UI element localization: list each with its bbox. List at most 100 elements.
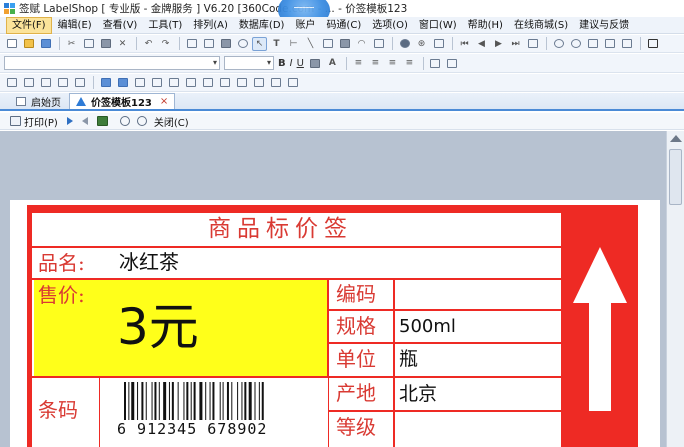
menu-file[interactable]: 文件(F) — [6, 16, 52, 34]
printer-icon — [10, 116, 21, 126]
justify-icon[interactable]: ≡ — [402, 56, 417, 70]
tab-price-template[interactable]: 价签模板123 × — [69, 93, 176, 109]
page-setup-icon[interactable] — [184, 37, 199, 51]
page-view-button[interactable] — [96, 116, 111, 126]
send-back-icon[interactable] — [115, 76, 130, 90]
rfid-icon[interactable]: ◠ — [354, 37, 369, 51]
image-tool-icon[interactable] — [337, 37, 352, 51]
print-icon[interactable] — [218, 37, 233, 51]
barcode-bar — [244, 382, 247, 420]
font-name-select[interactable] — [4, 56, 220, 70]
group-icon[interactable] — [428, 56, 443, 70]
text-tool-icon[interactable]: T — [269, 37, 284, 51]
open-folder-icon[interactable] — [21, 37, 36, 51]
tab-start-page[interactable]: 启始页 — [10, 93, 67, 109]
close-preview-button[interactable]: 关闭(C) — [154, 114, 189, 129]
italic-button[interactable]: I — [290, 58, 293, 69]
menu-tools[interactable]: 工具(T) — [143, 18, 187, 33]
next-page-icon[interactable] — [66, 117, 73, 125]
select-pointer-icon[interactable]: ↖ — [252, 36, 267, 51]
same-size-icon[interactable] — [72, 76, 87, 90]
align-right-obj-icon[interactable] — [166, 76, 181, 90]
cut-icon[interactable]: ✂ — [64, 37, 79, 51]
fit-width-icon[interactable] — [585, 37, 600, 51]
menu-edit[interactable]: 编辑(E) — [53, 18, 97, 33]
menu-window[interactable]: 窗口(W) — [414, 18, 462, 33]
align-middle-obj-icon[interactable] — [200, 76, 215, 90]
bold-button[interactable]: B — [278, 58, 286, 69]
actual-size-icon[interactable] — [619, 37, 634, 51]
close-tab-icon[interactable]: × — [160, 96, 168, 107]
align-top-obj-icon[interactable] — [183, 76, 198, 90]
properties-icon[interactable] — [285, 76, 300, 90]
prev-record-icon[interactable]: ◀ — [474, 37, 489, 51]
scroll-thumb[interactable] — [669, 149, 682, 205]
menu-code[interactable]: 码通(C) — [321, 18, 366, 33]
lock-icon[interactable] — [268, 76, 283, 90]
next-record-icon[interactable]: ▶ — [491, 37, 506, 51]
barcode-bar — [131, 382, 135, 420]
font-size-select[interactable] — [224, 56, 274, 70]
menu-help[interactable]: 帮助(H) — [463, 18, 508, 33]
ungroup-icon[interactable] — [445, 56, 460, 70]
redo-icon[interactable]: ↷ — [158, 37, 173, 51]
align-left-icon[interactable]: ≡ — [351, 56, 366, 70]
rotate-icon[interactable] — [234, 76, 249, 90]
rule — [329, 309, 563, 311]
same-width-icon[interactable] — [38, 76, 53, 90]
align-center-icon[interactable]: ≡ — [368, 56, 383, 70]
print-button[interactable]: 打印(P) — [10, 114, 58, 129]
align-left-obj-icon[interactable] — [132, 76, 147, 90]
barcode-label: 条码 — [38, 398, 78, 422]
align-objects-icon[interactable] — [4, 76, 19, 90]
zoom-in-icon[interactable] — [551, 37, 566, 51]
zoom-in-icon[interactable] — [119, 116, 130, 126]
first-record-icon[interactable]: ⏮ — [457, 37, 472, 51]
diagonal-line-icon[interactable]: ╲ — [303, 37, 318, 51]
scroll-up-icon[interactable] — [670, 135, 682, 142]
vertical-scrollbar[interactable] — [666, 131, 684, 447]
underline-button[interactable]: U — [297, 58, 304, 69]
help-icon[interactable] — [645, 37, 660, 51]
copy-icon[interactable] — [81, 37, 96, 51]
rectangle-tool-icon[interactable] — [320, 37, 335, 51]
distribute-icon[interactable] — [21, 76, 36, 90]
menu-database[interactable]: 数据库(D) — [234, 18, 290, 33]
menu-online-store[interactable]: 在线商城(S) — [509, 18, 573, 33]
fit-page-icon[interactable] — [602, 37, 617, 51]
record-icon[interactable] — [397, 37, 412, 51]
binoculars-icon[interactable]: ⊛ — [414, 37, 429, 51]
menu-feedback[interactable]: 建议与反馈 — [574, 18, 634, 33]
last-record-icon[interactable]: ⏭ — [508, 37, 523, 51]
menu-view[interactable]: 查看(V) — [98, 18, 143, 33]
zoom-out-icon[interactable] — [568, 37, 583, 51]
delete-icon[interactable]: ✕ — [115, 37, 130, 51]
menu-arrange[interactable]: 排列(A) — [188, 18, 233, 33]
barcode-bar — [168, 382, 170, 420]
paste-icon[interactable] — [98, 37, 113, 51]
undo-icon[interactable]: ↶ — [141, 37, 156, 51]
menu-options[interactable]: 选项(O) — [367, 18, 413, 33]
save-icon[interactable] — [38, 37, 53, 51]
tag-icon[interactable] — [431, 37, 446, 51]
barcode-bar — [124, 382, 126, 420]
separator — [179, 37, 180, 50]
table-tool-icon[interactable] — [371, 37, 386, 51]
label-header: 商品标价签 — [208, 216, 353, 242]
zoom-out-icon[interactable] — [136, 116, 147, 126]
settings-icon[interactable] — [235, 37, 250, 51]
line-tool-icon[interactable]: ⊢ — [286, 37, 301, 51]
fill-color-icon[interactable] — [308, 56, 323, 70]
grid-icon[interactable] — [525, 37, 540, 51]
print-preview-icon[interactable] — [201, 37, 216, 51]
font-color-icon[interactable]: A — [325, 56, 340, 70]
bring-front-icon[interactable] — [98, 76, 113, 90]
same-height-icon[interactable] — [55, 76, 70, 90]
prev-page-icon[interactable] — [81, 117, 88, 125]
align-right-icon[interactable]: ≡ — [385, 56, 400, 70]
new-file-icon[interactable] — [4, 37, 19, 51]
align-bottom-obj-icon[interactable] — [217, 76, 232, 90]
menu-account[interactable]: 账户 — [290, 18, 320, 33]
align-center-obj-icon[interactable] — [149, 76, 164, 90]
flip-icon[interactable] — [251, 76, 266, 90]
